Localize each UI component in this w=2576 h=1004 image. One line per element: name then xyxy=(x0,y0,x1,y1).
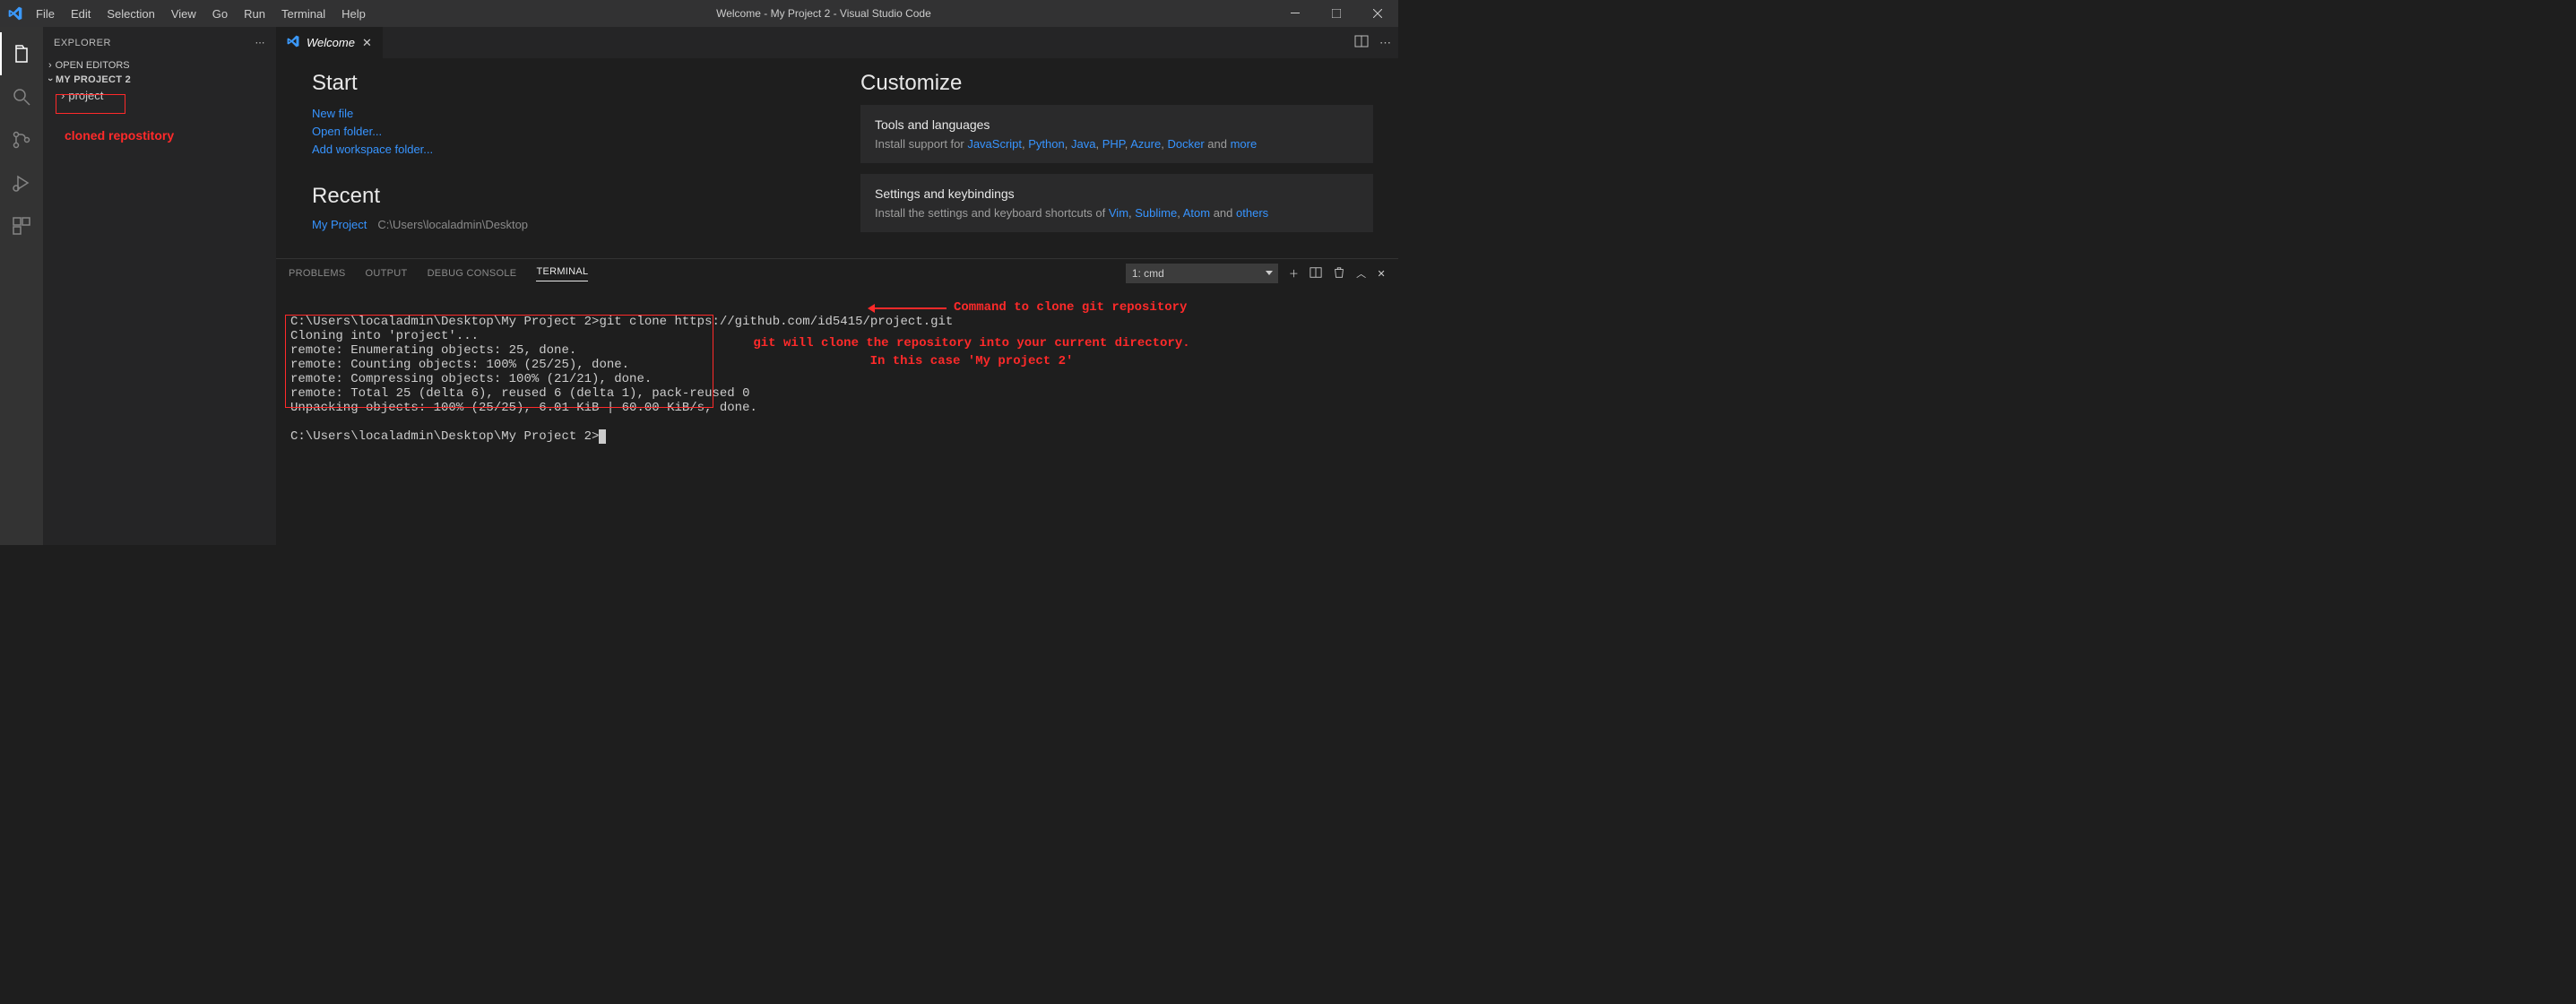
keymap-link[interactable]: Sublime xyxy=(1135,206,1177,220)
menu-run[interactable]: Run xyxy=(237,4,272,24)
chevron-right-icon: › xyxy=(48,60,52,71)
others-link[interactable]: others xyxy=(1236,206,1268,220)
open-editors-section[interactable]: › OPEN EDITORS xyxy=(43,58,276,73)
menu-help[interactable]: Help xyxy=(334,4,373,24)
annotation-explain2: In this case 'My project 2' xyxy=(730,354,1214,368)
menu-go[interactable]: Go xyxy=(205,4,235,24)
explorer-title: EXPLORER xyxy=(54,38,111,48)
lang-link[interactable]: Azure xyxy=(1130,137,1161,151)
settings-and: and xyxy=(1210,206,1236,220)
tab-label: Welcome xyxy=(307,36,355,49)
workspace-label: MY PROJECT 2 xyxy=(56,74,131,85)
lang-link[interactable]: PHP xyxy=(1102,137,1125,151)
chevron-down-icon: › xyxy=(45,78,56,82)
lang-link[interactable]: Python xyxy=(1028,137,1064,151)
activity-extensions[interactable] xyxy=(0,204,43,247)
recent-project-path: C:\Users\localadmin\Desktop xyxy=(377,218,528,231)
tools-and: and xyxy=(1205,137,1231,151)
menu-file[interactable]: File xyxy=(29,4,62,24)
panel-tab-output[interactable]: OUTPUT xyxy=(366,268,408,279)
workspace-section[interactable]: › MY PROJECT 2 xyxy=(43,73,276,87)
recent-heading: Recent xyxy=(312,184,825,209)
activity-bar xyxy=(0,27,43,545)
bottom-panel: PROBLEMS OUTPUT DEBUG CONSOLE TERMINAL 1… xyxy=(276,258,1398,545)
activity-debug[interactable] xyxy=(0,161,43,204)
split-editor-icon[interactable] xyxy=(1354,34,1369,51)
maximize-panel-button[interactable]: ︿ xyxy=(1356,266,1366,281)
customize-heading: Customize xyxy=(860,71,1373,96)
menubar: File Edit Selection View Go Run Terminal… xyxy=(29,4,373,24)
welcome-page: Start New file Open folder... Add worksp… xyxy=(276,58,1398,258)
maximize-button[interactable] xyxy=(1316,0,1357,27)
lang-link[interactable]: Java xyxy=(1071,137,1095,151)
explorer-sidebar: EXPLORER ⋯ › OPEN EDITORS › MY PROJECT 2… xyxy=(43,27,276,545)
terminal-caret xyxy=(599,429,606,444)
terminal-prompt: C:\Users\localadmin\Desktop\My Project 2… xyxy=(290,429,599,444)
new-file-link[interactable]: New file xyxy=(312,105,825,123)
explorer-more-icon[interactable]: ⋯ xyxy=(255,37,266,48)
settings-prefix: Install the settings and keyboard shortc… xyxy=(875,206,1109,220)
activity-search[interactable] xyxy=(0,75,43,118)
annotation-arrow xyxy=(875,307,947,309)
new-terminal-button[interactable]: ＋ xyxy=(1289,266,1299,281)
panel-tab-problems[interactable]: PROBLEMS xyxy=(289,268,346,279)
add-workspace-link[interactable]: Add workspace folder... xyxy=(312,141,825,159)
more-link[interactable]: more xyxy=(1231,137,1258,151)
tools-card-title: Tools and languages xyxy=(875,117,1359,132)
close-panel-button[interactable]: ✕ xyxy=(1377,268,1386,280)
annotation-cmd: Command to clone git repository xyxy=(954,300,1187,315)
menu-edit[interactable]: Edit xyxy=(64,4,98,24)
kill-terminal-button[interactable] xyxy=(1333,266,1345,281)
menu-terminal[interactable]: Terminal xyxy=(274,4,333,24)
open-folder-link[interactable]: Open folder... xyxy=(312,123,825,141)
tools-languages-card: Tools and languages Install support for … xyxy=(860,105,1373,163)
keymap-link[interactable]: Vim xyxy=(1109,206,1128,220)
start-heading: Start xyxy=(312,71,825,96)
recent-project-link[interactable]: My Project xyxy=(312,218,367,231)
terminal-select[interactable]: 1: cmd xyxy=(1126,264,1278,283)
menu-selection[interactable]: Selection xyxy=(99,4,161,24)
close-tab-button[interactable]: ✕ xyxy=(362,36,372,50)
settings-card-title: Settings and keybindings xyxy=(875,186,1359,201)
annotation-box xyxy=(56,94,125,114)
terminal-output[interactable]: C:\Users\localadmin\Desktop\My Project 2… xyxy=(276,288,1398,545)
close-window-button[interactable] xyxy=(1357,0,1398,27)
lang-link[interactable]: Docker xyxy=(1167,137,1204,151)
tools-prefix: Install support for xyxy=(875,137,967,151)
lang-link[interactable]: JavaScript xyxy=(967,137,1022,151)
editor-area: Welcome ✕ ⋯ Start New file Open folder..… xyxy=(276,27,1398,545)
tab-welcome[interactable]: Welcome ✕ xyxy=(276,27,384,58)
annotation-box xyxy=(285,315,713,408)
tab-bar: Welcome ✕ ⋯ xyxy=(276,27,1398,58)
activity-explorer[interactable] xyxy=(0,32,43,75)
more-actions-icon[interactable]: ⋯ xyxy=(1379,36,1391,50)
menu-view[interactable]: View xyxy=(164,4,203,24)
open-editors-label: OPEN EDITORS xyxy=(56,60,130,71)
panel-tab-debug[interactable]: DEBUG CONSOLE xyxy=(428,268,517,279)
keymap-link[interactable]: Atom xyxy=(1183,206,1210,220)
annotation-explain1: git will clone the repository into your … xyxy=(730,336,1214,351)
panel-tab-terminal[interactable]: TERMINAL xyxy=(536,266,588,281)
window-title: Welcome - My Project 2 - Visual Studio C… xyxy=(373,7,1275,20)
minimize-button[interactable] xyxy=(1275,0,1316,27)
annotation-cloned-repo: cloned repostitory xyxy=(65,128,174,143)
activity-source-control[interactable] xyxy=(0,118,43,161)
vscode-logo-icon xyxy=(7,5,23,22)
split-terminal-button[interactable] xyxy=(1310,266,1322,281)
vscode-logo-icon xyxy=(287,35,299,50)
settings-keybindings-card: Settings and keybindings Install the set… xyxy=(860,174,1373,232)
titlebar: File Edit Selection View Go Run Terminal… xyxy=(0,0,1398,27)
